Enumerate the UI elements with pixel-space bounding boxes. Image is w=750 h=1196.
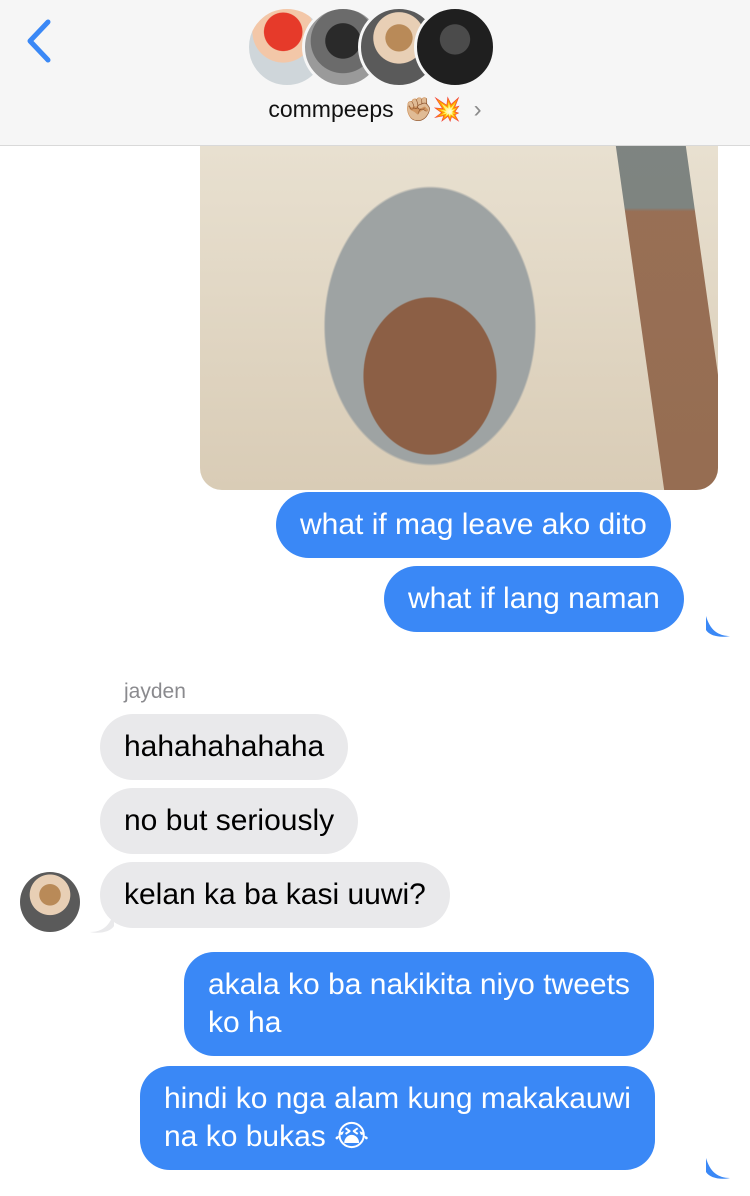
outgoing-message[interactable]: hindi ko nga alam kung makakauwi na ko b…	[140, 1066, 655, 1170]
message-text: kelan ka ba kasi uuwi?	[124, 878, 426, 911]
image-message[interactable]	[200, 146, 718, 490]
message-text: what if mag leave ako dito	[300, 508, 647, 541]
conversation-header: commpeeps ✊🏼💥 ›	[0, 0, 750, 146]
incoming-message[interactable]: hahahahahaha	[100, 714, 349, 780]
bubble-tail	[706, 616, 730, 637]
group-emoji: ✊🏼💥	[404, 96, 462, 122]
sender-name: jayden	[124, 680, 186, 703]
incoming-message[interactable]: no but seriously	[100, 788, 359, 854]
avatar[interactable]	[20, 872, 80, 932]
message-text-line: na ko bukas 😭	[164, 1120, 370, 1153]
outgoing-message[interactable]: akala ko ba nakikita niyo tweets ko ha	[184, 952, 654, 1056]
group-title[interactable]: commpeeps ✊🏼💥 ›	[0, 96, 750, 124]
group-avatars[interactable]	[246, 6, 506, 90]
photo-detail	[615, 146, 718, 490]
message-text: what if lang naman	[408, 582, 660, 615]
bubble-tail	[706, 1158, 730, 1179]
incoming-message[interactable]: kelan ka ba kasi uuwi?	[100, 862, 450, 928]
avatar	[414, 6, 496, 88]
chevron-left-icon[interactable]	[18, 16, 62, 66]
message-text-line: akala ko ba nakikita niyo tweets	[208, 968, 630, 1001]
message-text-line: hindi ko nga alam kung makakauwi	[164, 1082, 631, 1115]
bubble-tail	[90, 912, 114, 933]
message-text: no but seriously	[124, 804, 335, 837]
outgoing-message[interactable]: what if mag leave ako dito	[276, 492, 671, 558]
outgoing-message[interactable]: what if lang naman	[384, 566, 684, 632]
message-text: hahahahahaha	[124, 730, 325, 763]
chevron-right-icon: ›	[473, 96, 482, 123]
group-name-text: commpeeps	[268, 96, 394, 122]
message-text-line: ko ha	[208, 1006, 282, 1039]
